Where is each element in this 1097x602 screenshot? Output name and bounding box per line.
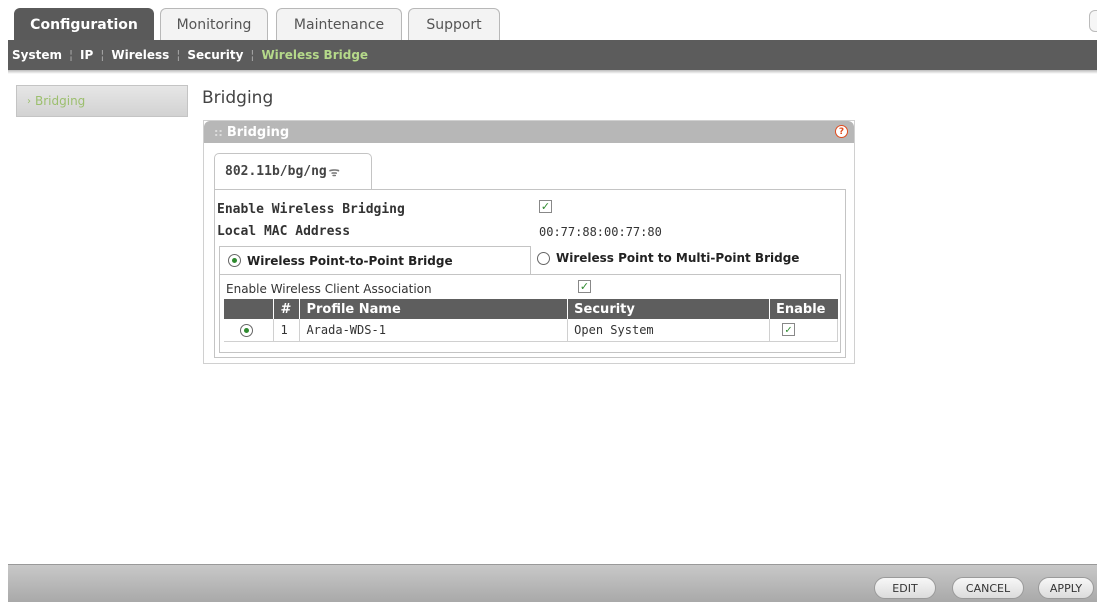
panel-title: Bridging [226, 124, 290, 140]
col-profile-name: Profile Name [299, 299, 569, 319]
mode-point-to-point[interactable]: Wireless Point-to-Point Bridge [219, 246, 531, 274]
wifi-icon: ᯤ [328, 165, 340, 179]
subnav-separator: ¦ [250, 48, 255, 62]
subnav-system[interactable]: System [12, 48, 62, 62]
table-header-row: # Profile Name Security Enable [224, 299, 838, 319]
left-nav-bridging[interactable]: › Bridging [16, 85, 188, 117]
bridging-panel: :: Bridging ? 802.11b/bg/ng ᯤ Enable Wir… [203, 120, 855, 364]
col-security: Security [567, 299, 770, 319]
client-association-checkbox[interactable]: ✓ [578, 280, 591, 293]
panel-header: :: Bridging [204, 121, 854, 143]
grip-icon: :: [214, 125, 223, 139]
mode-p2p-label: Wireless Point-to-Point Bridge [247, 253, 453, 268]
bottom-action-bar: EDIT CANCEL APPLY [8, 564, 1097, 602]
radio-button[interactable] [537, 251, 550, 265]
subnav-wireless[interactable]: Wireless [111, 48, 169, 62]
row-security: Open System [567, 319, 770, 342]
radio-section: 802.11b/bg/ng ᯤ Enable Wireless Bridging… [214, 153, 846, 358]
mac-address-label: Local MAC Address [217, 224, 351, 239]
radio-tab-label: 802.11b/bg/ng [225, 164, 327, 179]
chevron-right-icon: › [27, 95, 31, 107]
cancel-button[interactable]: CANCEL [952, 577, 1024, 599]
app-frame: Configuration Monitoring Maintenance Sup… [8, 0, 1097, 602]
sub-nav: System ¦ IP ¦ Wireless ¦ Security ¦ Wire… [8, 40, 1097, 70]
table-row[interactable]: 1 Arada-WDS-1 Open System ✓ [224, 319, 839, 342]
client-association-label: Enable Wireless Client Association [226, 282, 432, 296]
enable-bridging-label: Enable Wireless Bridging [217, 202, 405, 217]
enable-bridging-checkbox[interactable]: ✓ [539, 200, 552, 213]
tab-support[interactable]: Support [408, 8, 500, 40]
col-select [224, 299, 275, 319]
subnav-separator: ¦ [69, 48, 74, 62]
col-number: # [273, 299, 301, 319]
edit-button[interactable]: EDIT [874, 577, 936, 599]
left-nav-label: Bridging [35, 94, 86, 108]
subnav-separator: ¦ [100, 48, 105, 62]
radio-tab-80211bgng[interactable]: 802.11b/bg/ng ᯤ [214, 153, 372, 189]
subnav-wireless-bridge[interactable]: Wireless Bridge [261, 48, 368, 62]
wds-profile-table: # Profile Name Security Enable 1 Arada-W… [224, 299, 839, 342]
top-tab-bar: Configuration Monitoring Maintenance Sup… [8, 0, 1097, 40]
p2p-settings-box: Enable Wireless Client Association ✓ # P… [219, 274, 841, 353]
radio-settings-box: Enable Wireless Bridging ✓ Local MAC Add… [214, 189, 846, 358]
mode-point-to-multipoint[interactable]: Wireless Point to Multi-Point Bridge [537, 244, 837, 272]
subnav-ip[interactable]: IP [80, 48, 93, 62]
tab-configuration[interactable]: Configuration [14, 8, 154, 40]
subnav-separator: ¦ [176, 48, 181, 62]
corner-button[interactable] [1089, 10, 1097, 32]
row-profile-name: Arada-WDS-1 [299, 319, 569, 342]
row-select-cell [224, 319, 275, 342]
radio-button-selected[interactable] [228, 254, 241, 267]
subnav-security[interactable]: Security [187, 48, 243, 62]
mac-address-value: 00:77:88:00:77:80 [539, 225, 662, 239]
row-enable-checkbox[interactable]: ✓ [781, 323, 795, 336]
help-icon[interactable]: ? [835, 125, 848, 138]
apply-button[interactable]: APPLY [1038, 577, 1094, 599]
row-number: 1 [273, 319, 301, 342]
radio-button-selected[interactable] [240, 324, 253, 338]
row-enable-cell: ✓ [769, 319, 839, 342]
tab-monitoring[interactable]: Monitoring [160, 8, 268, 40]
mode-p2mp-label: Wireless Point to Multi-Point Bridge [556, 251, 800, 265]
tab-maintenance[interactable]: Maintenance [276, 8, 402, 40]
subnav-shadow [8, 70, 1097, 74]
page-title: Bridging [202, 88, 274, 108]
col-enable: Enable [769, 299, 838, 319]
